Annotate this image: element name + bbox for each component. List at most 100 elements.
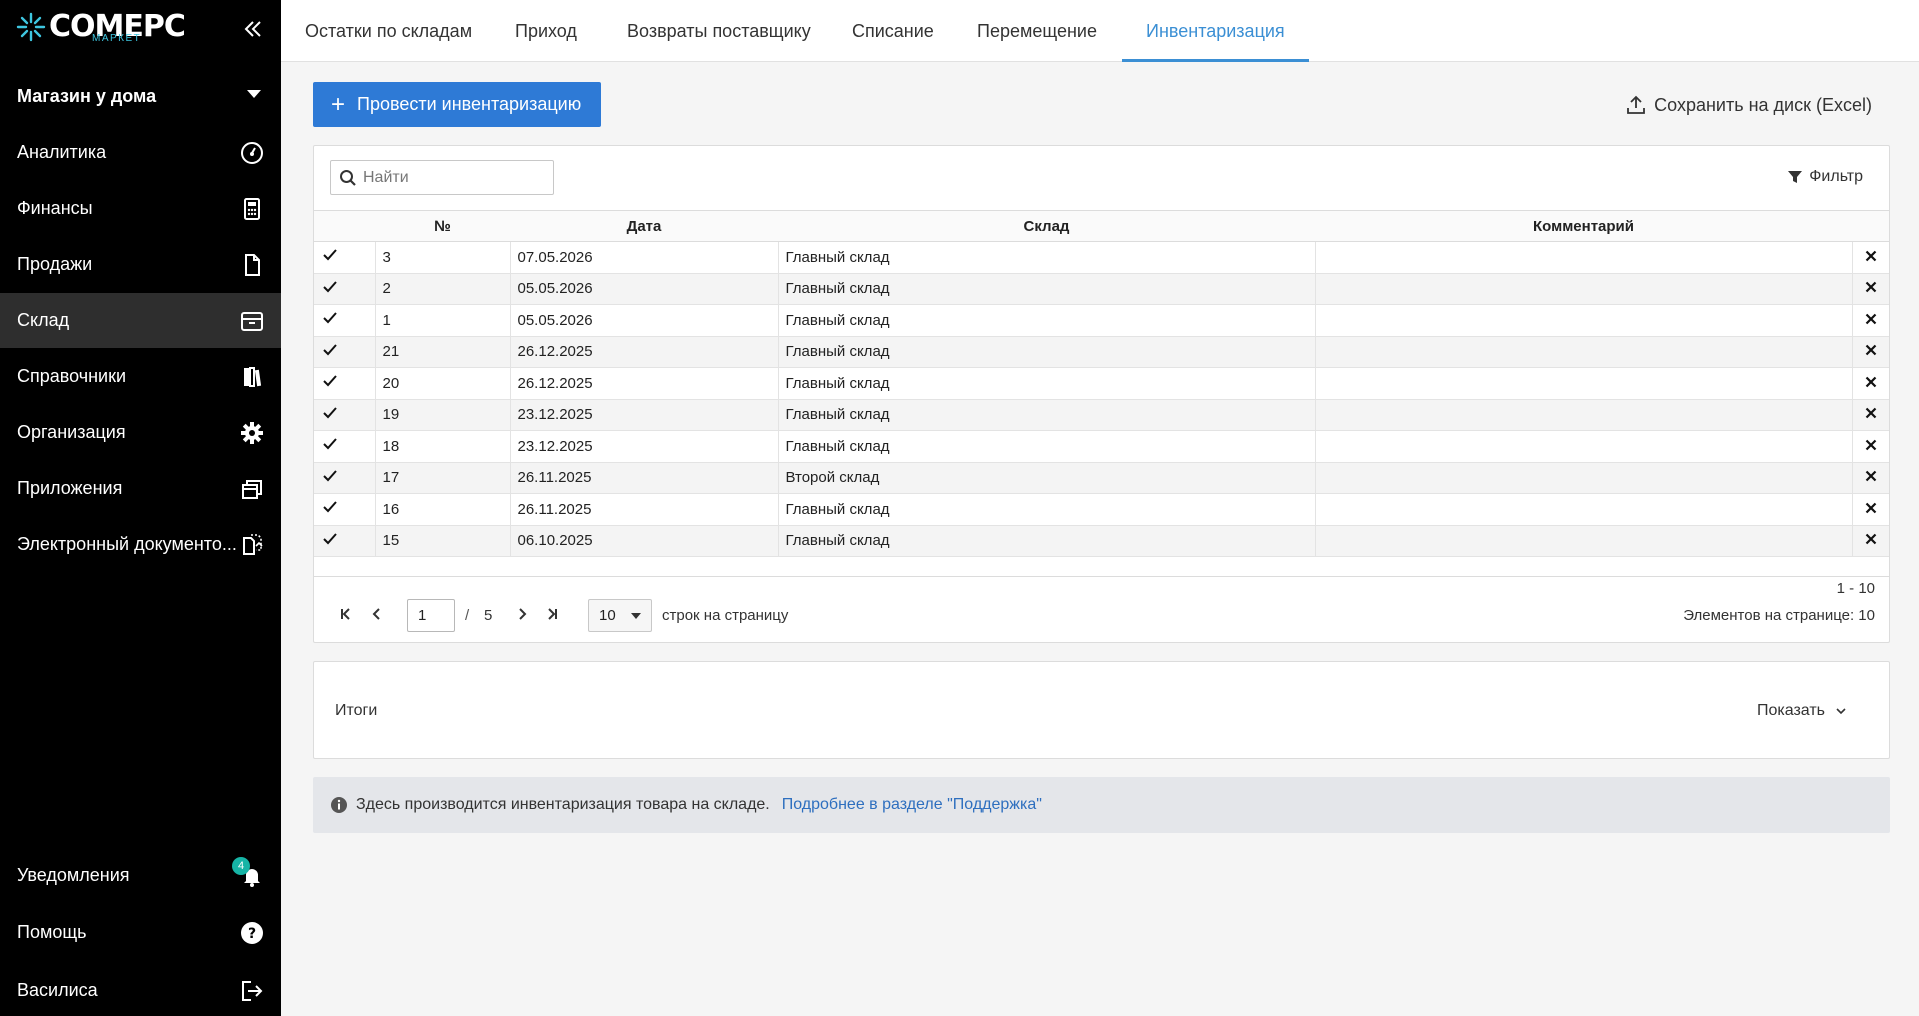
table-row[interactable]: 17 26.11.2025 Второй склад xyxy=(314,462,1889,494)
table-row[interactable]: 19 23.12.2025 Главный склад xyxy=(314,399,1889,431)
close-icon[interactable] xyxy=(1865,502,1877,514)
row-delete-cell xyxy=(1852,367,1889,400)
gear-icon xyxy=(241,422,263,444)
row-comment-cell xyxy=(1315,399,1853,431)
checkmark-icon xyxy=(323,533,337,545)
first-page-icon[interactable] xyxy=(338,606,354,622)
next-page-icon[interactable] xyxy=(514,606,530,622)
search-field[interactable] xyxy=(330,160,554,195)
sidebar-item-sales[interactable]: Продажи xyxy=(0,237,281,292)
row-date-cell: 05.05.2026 xyxy=(510,304,779,337)
prev-page-icon[interactable] xyxy=(369,606,385,622)
row-warehouse-cell: Главный склад xyxy=(778,273,1316,305)
table-row[interactable]: 20 26.12.2025 Главный склад xyxy=(314,367,1889,400)
sidebar-item-label: Приложения xyxy=(17,478,123,498)
export-excel-button[interactable]: Сохранить на диск (Excel) xyxy=(1626,92,1872,118)
checkmark-icon xyxy=(323,281,337,293)
checkmark-icon xyxy=(323,470,337,482)
sidebar-item-notifications[interactable]: Уведомления 4 xyxy=(0,848,281,903)
row-check-cell xyxy=(314,336,376,368)
store-selector[interactable]: Магазин у дома xyxy=(0,75,281,117)
sidebar-item-analytics[interactable]: Аналитика xyxy=(0,125,281,180)
row-delete-cell xyxy=(1852,430,1889,463)
totals-show-button[interactable]: Показать xyxy=(1757,702,1847,720)
row-comment-cell xyxy=(1315,336,1853,368)
column-header-warehouse[interactable]: Склад xyxy=(778,210,1315,242)
column-header-actions xyxy=(1852,210,1889,242)
close-icon[interactable] xyxy=(1865,250,1877,262)
close-icon[interactable] xyxy=(1865,407,1877,419)
export-excel-label: Сохранить на диск (Excel) xyxy=(1654,94,1872,115)
upload-icon xyxy=(1627,95,1646,114)
column-header-date[interactable]: Дата xyxy=(510,210,778,242)
sidebar-item-organization[interactable]: Организация xyxy=(0,405,281,460)
close-icon[interactable] xyxy=(1865,376,1877,388)
sidebar-item-help[interactable]: Помощь ? xyxy=(0,905,281,960)
checkmark-icon xyxy=(323,407,337,419)
close-icon[interactable] xyxy=(1865,313,1877,325)
table-row[interactable]: 21 26.12.2025 Главный склад xyxy=(314,336,1889,368)
row-warehouse-cell: Второй склад xyxy=(778,462,1316,494)
sidebar-item-edoc[interactable]: Электронный документо... xyxy=(0,517,281,572)
last-page-icon[interactable] xyxy=(544,606,560,622)
tab-transfer[interactable]: Перемещение xyxy=(953,0,1121,62)
table-row[interactable]: 3 07.05.2026 Главный склад xyxy=(314,241,1889,274)
page-number-input[interactable]: 1 xyxy=(407,599,455,632)
close-icon[interactable] xyxy=(1865,470,1877,482)
sidebar-item-references[interactable]: Справочники xyxy=(0,349,281,404)
rows-per-page-label: строк на страницу xyxy=(662,607,789,624)
table-row[interactable]: 16 26.11.2025 Главный склад xyxy=(314,493,1889,526)
totals-show-label: Показать xyxy=(1756,702,1825,719)
chevron-down-icon xyxy=(247,90,261,98)
table-row[interactable]: 1 05.05.2026 Главный склад xyxy=(314,304,1889,337)
close-icon[interactable] xyxy=(1865,344,1877,356)
books-icon xyxy=(244,367,262,387)
sidebar-item-apps[interactable]: Приложения xyxy=(0,461,281,516)
row-check-cell xyxy=(314,273,376,305)
search-input[interactable] xyxy=(363,168,543,187)
tab-stock-balances[interactable]: Остатки по складам xyxy=(281,0,496,62)
logo-subtitle: МАРКЕТ xyxy=(92,33,142,44)
row-comment-cell xyxy=(1315,525,1853,557)
row-delete-cell xyxy=(1852,273,1889,305)
column-header-select xyxy=(314,210,375,242)
conduct-inventory-button[interactable]: + Провести инвентаризацию xyxy=(313,82,601,127)
collapse-sidebar-icon[interactable] xyxy=(240,16,266,42)
column-header-comment[interactable]: Комментарий xyxy=(1315,210,1852,242)
table-row[interactable]: 18 23.12.2025 Главный склад xyxy=(314,430,1889,463)
table-row[interactable]: 2 05.05.2026 Главный склад xyxy=(314,273,1889,305)
range-label: 1 - 10 xyxy=(1836,580,1875,597)
column-header-number[interactable]: № xyxy=(375,210,510,242)
row-date-cell: 23.12.2025 xyxy=(510,399,779,431)
row-check-cell xyxy=(314,399,376,431)
tab-supplier-returns[interactable]: Возвраты поставщику xyxy=(603,0,835,62)
close-icon[interactable] xyxy=(1865,533,1877,545)
items-per-page-label: Элементов на странице: 10 xyxy=(1683,607,1875,624)
sidebar-item-label: Продажи xyxy=(17,254,93,274)
tab-write-off[interactable]: Списание xyxy=(828,0,958,62)
totals-panel: Итоги Показать xyxy=(313,661,1890,759)
page-size-select[interactable]: 10 xyxy=(588,599,652,632)
sidebar-item-label: Организация xyxy=(17,422,126,442)
close-icon[interactable] xyxy=(1865,439,1877,451)
tab-income[interactable]: Приход xyxy=(491,0,601,62)
row-delete-cell xyxy=(1852,399,1889,431)
windows-icon xyxy=(242,480,262,499)
edoc-icon xyxy=(243,534,263,555)
sidebar-item-warehouse[interactable]: Склад xyxy=(0,293,281,348)
filter-button[interactable]: Фильтр xyxy=(1787,168,1863,186)
tab-inventory[interactable]: Инвентаризация xyxy=(1122,0,1309,62)
close-icon[interactable] xyxy=(1865,281,1877,293)
checkmark-icon xyxy=(323,312,337,324)
row-number-cell: 15 xyxy=(375,525,511,557)
row-comment-cell xyxy=(1315,304,1853,337)
support-link[interactable]: Подробнее в разделе "Поддержка" xyxy=(782,796,1042,814)
sidebar-item-label: Уведомления xyxy=(17,865,130,885)
sidebar-item-finance[interactable]: Финансы xyxy=(0,181,281,236)
table-row[interactable]: 15 06.10.2025 Главный склад xyxy=(314,525,1889,557)
row-number-cell: 18 xyxy=(375,430,511,463)
help-icon: ? xyxy=(241,922,263,944)
sidebar-item-user[interactable]: Василиса xyxy=(0,963,281,1016)
row-comment-cell xyxy=(1315,430,1853,463)
row-warehouse-cell: Главный склад xyxy=(778,367,1316,400)
